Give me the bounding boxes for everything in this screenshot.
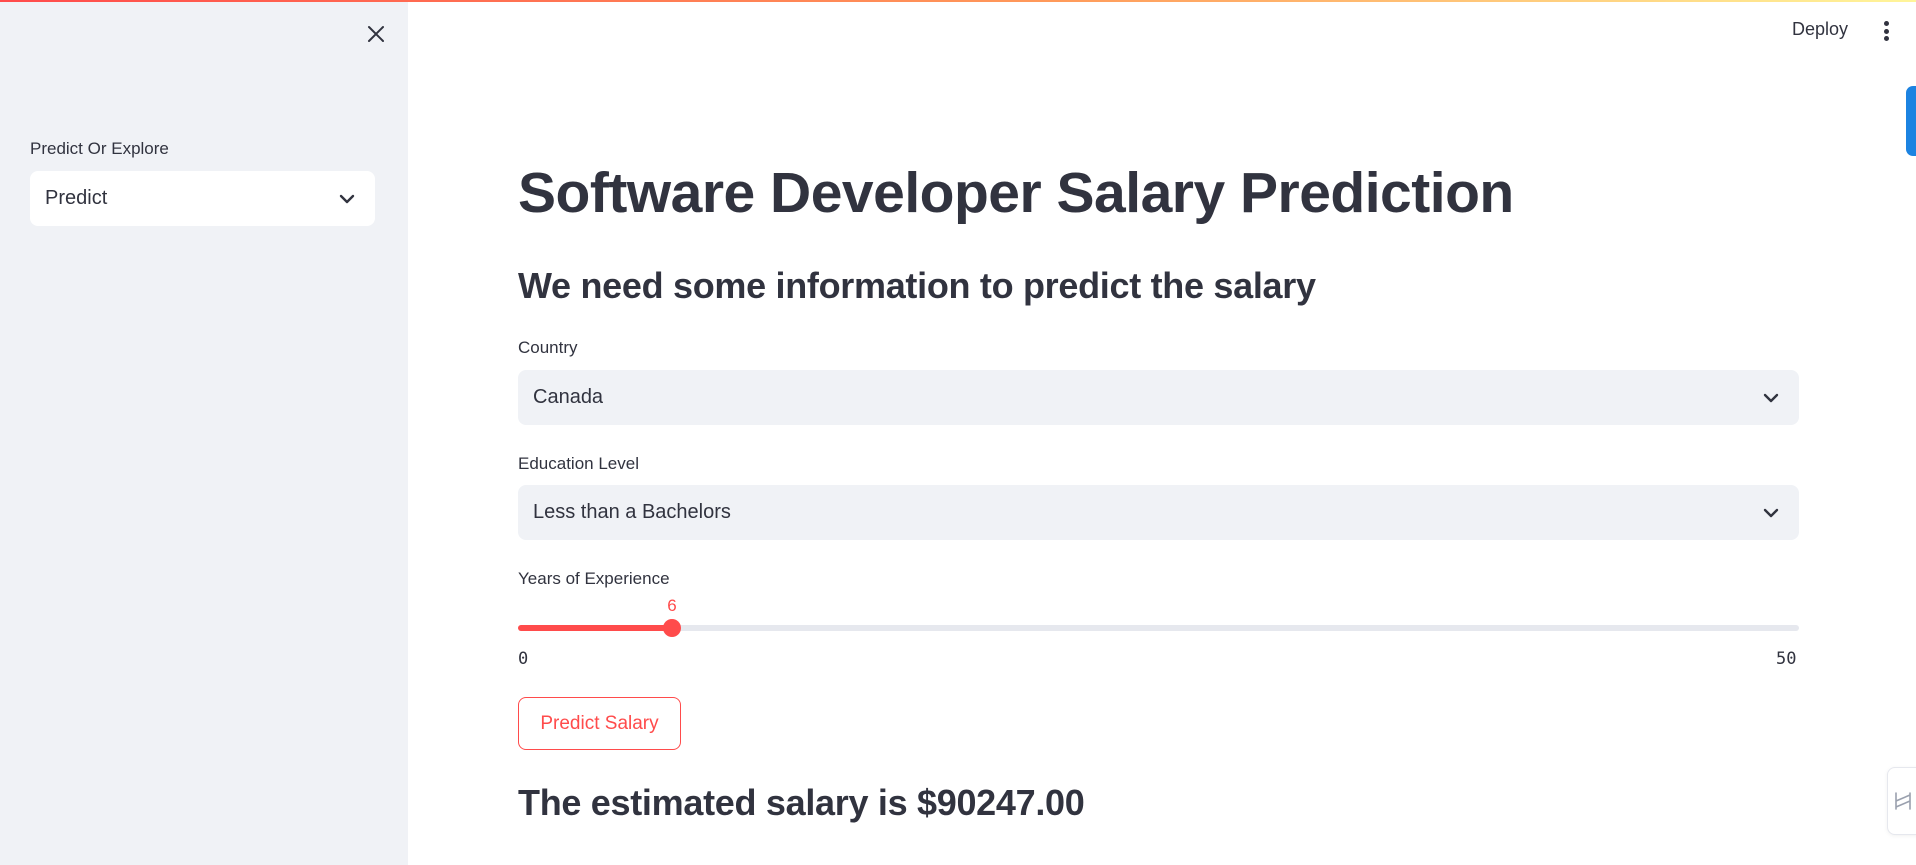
top-decoration-bar (0, 0, 1916, 2)
close-icon[interactable] (362, 20, 390, 48)
sidebar: Predict Or Explore Predict (0, 0, 408, 865)
education-select-value: Less than a Bachelors (533, 501, 731, 523)
chevron-down-icon (1761, 503, 1781, 523)
chevron-down-icon (1761, 388, 1781, 408)
predict-explore-select[interactable]: Predict (30, 171, 375, 226)
predict-salary-button[interactable]: Predict Salary (518, 697, 681, 750)
country-select-value: Canada (533, 386, 604, 408)
subheading: We need some information to predict the … (518, 265, 1316, 306)
experience-slider-max: 50 (1776, 649, 1797, 669)
deploy-button[interactable]: Deploy (1792, 19, 1848, 40)
education-select[interactable]: Less than a Bachelors (518, 485, 1799, 540)
experience-slider[interactable] (518, 619, 1799, 637)
experience-label: Years of Experience (518, 569, 670, 588)
edge-tab[interactable] (1906, 86, 1916, 156)
sidebar-select-label: Predict Or Explore (30, 139, 169, 158)
country-select[interactable]: Canada (518, 370, 1799, 425)
chevron-down-icon (337, 189, 357, 209)
education-label: Education Level (518, 454, 639, 473)
kebab-menu-icon[interactable] (1876, 18, 1896, 44)
experience-slider-thumb[interactable] (663, 619, 681, 637)
experience-slider-value: 6 (667, 596, 677, 615)
country-label: Country (518, 338, 578, 357)
predict-explore-select-value: Predict (45, 187, 108, 209)
status-widget-icon[interactable] (1887, 767, 1916, 835)
experience-slider-fill (518, 625, 672, 631)
page-title: Software Developer Salary Prediction (518, 161, 1514, 225)
experience-slider-min: 0 (518, 649, 529, 669)
estimated-salary-result: The estimated salary is $90247.00 (518, 782, 1085, 823)
